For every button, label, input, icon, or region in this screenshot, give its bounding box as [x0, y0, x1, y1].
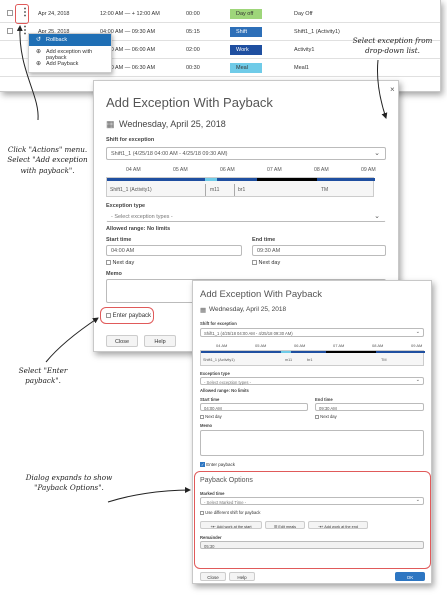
arrow-enter-payback: [45, 317, 99, 363]
annotation-expand: Dialog expands to show "Payback Options"…: [25, 473, 113, 493]
annotation-enter-payback: Select "Enter payback".: [18, 366, 68, 386]
annotation-dropdown: Select exception from drop-down list.: [352, 36, 433, 56]
annotation-actions: Click "Actions" menu. Select "Add except…: [7, 145, 88, 175]
callout-arrows: [16, 25, 388, 503]
arrow-actions: [16, 25, 39, 121]
arrow-dropdown: [377, 59, 388, 119]
